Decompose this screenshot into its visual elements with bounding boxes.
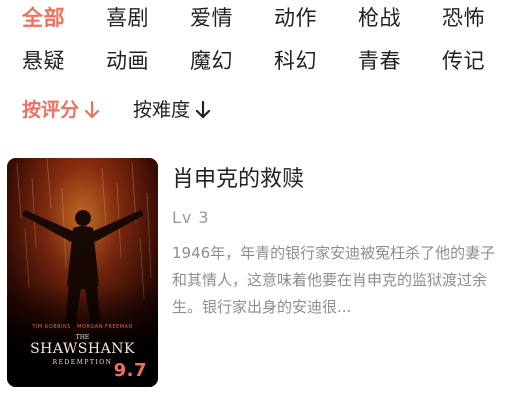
genre-tab-biography[interactable]: 传记 — [442, 45, 513, 77]
poster-title: SHAWSHANK — [30, 341, 135, 357]
sort-by-difficulty-label: 按难度 — [133, 99, 191, 121]
genre-tab-all[interactable]: 全部 — [22, 2, 106, 34]
movie-level: Lv 3 — [172, 208, 502, 227]
sort-by-rating-label: 按评分 — [22, 99, 80, 121]
arrow-down-icon — [195, 101, 211, 119]
poster-title-small: THE — [75, 334, 90, 341]
movie-description: 1946年，年青的银行家安迪被冤枉杀了他的妻子和其情人，这意味着他要在肖申克的监… — [172, 244, 496, 316]
sort-by-difficulty-button[interactable]: 按难度 — [133, 94, 211, 126]
movie-poster[interactable]: TIM ROBBINS · MORGAN FREEMAN THE SHAWSHA… — [7, 158, 158, 387]
poster-credits: TIM ROBBINS · MORGAN FREEMAN — [32, 324, 133, 330]
arrow-down-icon — [84, 101, 100, 119]
genre-tab-youth[interactable]: 青春 — [358, 45, 442, 77]
movie-info: 肖申克的救赎 Lv 3 1946年，年青的银行家安迪被冤枉杀了他的妻子和其情人，这… — [172, 158, 502, 321]
genre-tab-comedy[interactable]: 喜剧 — [106, 2, 190, 34]
level-value: 3 — [198, 208, 210, 227]
movie-title[interactable]: 肖申克的救赎 — [172, 165, 502, 195]
genre-tab-fantasy[interactable]: 魔幻 — [190, 45, 274, 77]
genre-tab-horror[interactable]: 恐怖 — [442, 2, 513, 34]
level-prefix: Lv — [172, 208, 193, 227]
genre-tab-gunfight[interactable]: 枪战 — [358, 2, 442, 34]
genre-tab-scifi[interactable]: 科幻 — [274, 45, 358, 77]
genre-row-1: 全部 喜剧 爱情 动作 枪战 恐怖 — [22, 2, 513, 34]
genre-tab-animation[interactable]: 动画 — [106, 45, 190, 77]
genre-row-2: 悬疑 动画 魔幻 科幻 青春 传记 — [22, 45, 513, 77]
rating-badge: 9.7 — [113, 360, 147, 381]
genre-tab-action[interactable]: 动作 — [274, 2, 358, 34]
genre-tab-suspense[interactable]: 悬疑 — [22, 45, 106, 77]
sort-by-rating-button[interactable]: 按评分 — [22, 94, 100, 126]
genre-tab-romance[interactable]: 爱情 — [190, 2, 274, 34]
sort-bar: 按评分 按难度 — [22, 94, 244, 126]
movie-card[interactable]: TIM ROBBINS · MORGAN FREEMAN THE SHAWSHA… — [7, 158, 507, 388]
